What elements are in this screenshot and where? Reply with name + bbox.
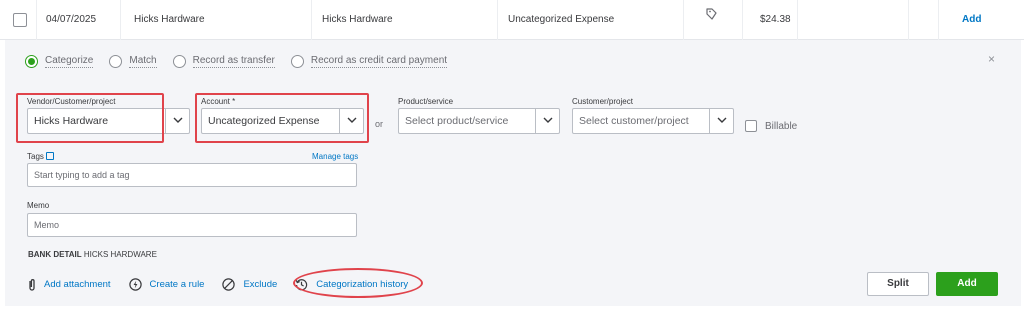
- create-rule-label: Create a rule: [149, 278, 205, 290]
- row-add-link[interactable]: Add: [962, 0, 981, 40]
- ban-icon: [222, 277, 236, 291]
- row-date: 04/07/2025: [46, 14, 97, 25]
- row-description: Hicks Hardware: [134, 14, 205, 25]
- radio-dot[interactable]: [172, 54, 186, 68]
- column-divider: [36, 0, 37, 40]
- billable-checkbox[interactable]: Billable: [745, 120, 797, 132]
- radio-label: Categorize: [45, 54, 94, 68]
- column-divider: [938, 0, 939, 40]
- radio-dot[interactable]: [109, 54, 123, 68]
- account-highlight-box: [195, 93, 369, 143]
- memo-placeholder: Memo: [34, 220, 60, 230]
- radio-record-transfer[interactable]: Record as transfer: [172, 54, 275, 68]
- column-divider: [683, 0, 684, 40]
- vendor-highlight-box: [16, 93, 164, 143]
- tag-icon[interactable]: [704, 7, 718, 21]
- chevron-down-icon[interactable]: [165, 109, 189, 133]
- chevron-down-icon[interactable]: [535, 109, 559, 133]
- radio-label: Record as credit card payment: [310, 54, 448, 68]
- radio-label: Record as transfer: [192, 54, 275, 68]
- radio-categorize[interactable]: Categorize: [25, 54, 94, 68]
- row-amount: $24.38: [760, 14, 791, 25]
- column-divider: [742, 0, 743, 40]
- checkbox-box[interactable]: [745, 120, 757, 132]
- exclude-link[interactable]: Exclude: [222, 277, 278, 291]
- exclude-label: Exclude: [243, 278, 278, 290]
- create-rule-link[interactable]: Create a rule: [128, 277, 205, 291]
- mode-radio-group: Categorize Match Record as transfer Reco…: [25, 53, 463, 69]
- add-attachment-label: Add attachment: [44, 278, 111, 290]
- memo-label: Memo: [27, 201, 50, 210]
- customer-label: Customer/project: [572, 97, 633, 106]
- lightning-icon: [128, 277, 142, 291]
- paperclip-icon: [29, 278, 35, 291]
- row-checkbox[interactable]: [13, 13, 27, 27]
- radio-label: Match: [129, 54, 157, 68]
- chevron-down-icon[interactable]: [709, 109, 733, 133]
- add-button[interactable]: Add: [936, 272, 998, 296]
- radio-dot[interactable]: [290, 54, 304, 68]
- radio-match[interactable]: Match: [109, 54, 157, 68]
- add-attachment-link[interactable]: Add attachment: [28, 278, 111, 291]
- help-icon[interactable]: [45, 152, 54, 160]
- row-payee: Hicks Hardware: [322, 14, 393, 25]
- tags-input[interactable]: Start typing to add a tag: [27, 163, 357, 187]
- tags-placeholder: Start typing to add a tag: [34, 170, 130, 180]
- bank-detail-label: BANK DETAIL: [28, 250, 82, 259]
- close-icon[interactable]: ×: [988, 52, 995, 66]
- product-select[interactable]: Select product/service: [398, 108, 560, 134]
- column-divider: [497, 0, 498, 40]
- transaction-row[interactable]: 04/07/2025 Hicks Hardware Hicks Hardware…: [0, 0, 1024, 40]
- bank-detail-value: HICKS HARDWARE: [83, 250, 157, 259]
- column-divider: [311, 0, 312, 40]
- product-placeholder: Select product/service: [405, 115, 509, 127]
- split-button[interactable]: Split: [867, 272, 929, 296]
- radio-dot[interactable]: [25, 54, 38, 68]
- radio-record-credit-card-payment[interactable]: Record as credit card payment: [290, 54, 448, 68]
- column-divider: [120, 0, 121, 40]
- product-label: Product/service: [398, 97, 454, 106]
- or-text: or: [375, 119, 384, 129]
- manage-tags-link[interactable]: Manage tags: [312, 152, 358, 161]
- row-category: Uncategorized Expense: [508, 14, 615, 25]
- history-highlight-oval: [293, 268, 423, 298]
- column-divider: [797, 0, 798, 40]
- customer-select[interactable]: Select customer/project: [572, 108, 734, 134]
- tags-label-text: Tags: [27, 152, 44, 161]
- customer-placeholder: Select customer/project: [579, 115, 689, 127]
- billable-label: Billable: [765, 120, 798, 132]
- column-divider: [908, 0, 909, 40]
- memo-input[interactable]: Memo: [27, 213, 357, 237]
- bank-detail: BANK DETAIL HICKS HARDWARE: [28, 250, 157, 259]
- tags-label: Tags: [27, 152, 54, 161]
